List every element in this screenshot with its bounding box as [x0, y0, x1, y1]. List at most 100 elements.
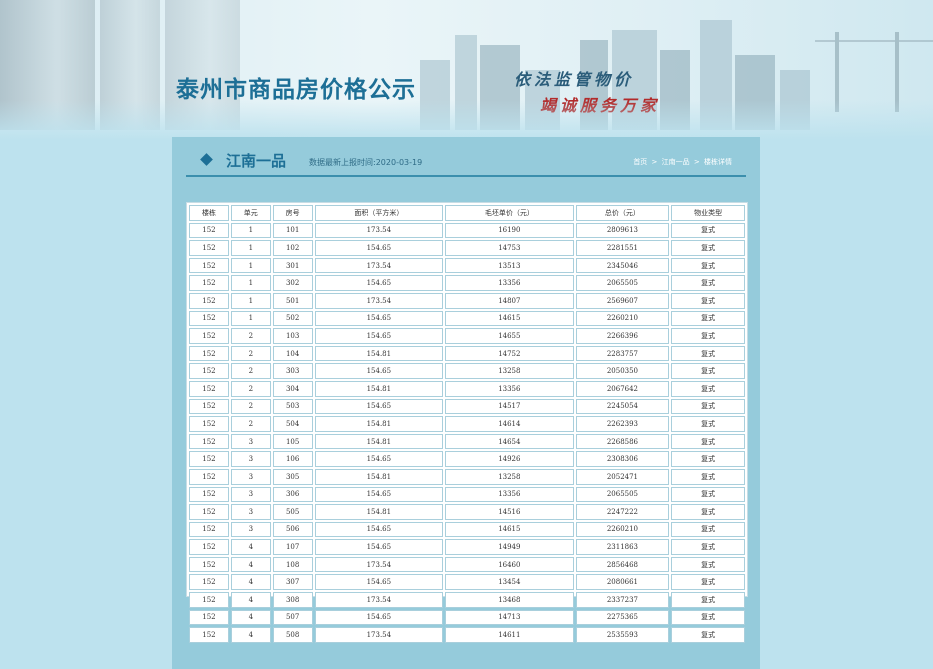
- table-row: 152 2 504 154.81 14614 2262393 复式: [189, 416, 745, 432]
- table-row: 152 1 302 154.65 13356 2065505 复式: [189, 275, 745, 291]
- cell-property-type: 复式: [671, 592, 745, 608]
- table-row: 152 4 308 173.54 13468 2337237 复式: [189, 592, 745, 608]
- breadcrumb: 首页 > 江南一品 > 楼栋详情: [633, 157, 732, 167]
- cell-area: 154.65: [314, 398, 444, 415]
- cell-unit: 3: [230, 451, 271, 467]
- cell-unit-price: 14517: [445, 398, 574, 415]
- cell-unit-price: 14926: [445, 451, 574, 467]
- cell-room: 102: [272, 240, 313, 256]
- cell-building: 152: [189, 292, 229, 309]
- cell-building: 152: [189, 416, 229, 432]
- cell-unit-price: 13258: [445, 363, 574, 379]
- cell-unit: 1: [230, 275, 271, 291]
- cell-total-price: 2308306: [575, 451, 670, 467]
- cell-unit: 3: [230, 521, 271, 538]
- table-row: 152 4 108 173.54 16460 2856468 复式: [189, 556, 745, 573]
- cell-total-price: 2080661: [575, 574, 670, 591]
- cell-unit: 4: [230, 556, 271, 573]
- cell-building: 152: [189, 574, 229, 591]
- cell-area: 154.65: [314, 451, 444, 467]
- cell-unit: 1: [230, 310, 271, 327]
- cell-unit: 2: [230, 380, 271, 397]
- cell-total-price: 2260210: [575, 521, 670, 538]
- cell-unit: 1: [230, 222, 271, 239]
- cell-building: 152: [189, 521, 229, 538]
- cell-area: 173.54: [314, 556, 444, 573]
- cell-total-price: 2283757: [575, 345, 670, 362]
- cell-building: 152: [189, 240, 229, 256]
- cell-total-price: 2809613: [575, 222, 670, 239]
- table-row: 152 3 306 154.65 13356 2065505 复式: [189, 486, 745, 503]
- cell-room: 308: [272, 592, 313, 608]
- cell-total-price: 2052471: [575, 468, 670, 485]
- cell-property-type: 复式: [671, 451, 745, 467]
- col-header-building: 楼栋: [189, 205, 229, 221]
- slogan-line-1: 依法监管物价: [514, 70, 635, 89]
- table-row: 152 2 103 154.65 14655 2266396 复式: [189, 328, 745, 344]
- cell-room: 107: [272, 539, 313, 555]
- col-header-total-price: 总价（元）: [575, 205, 670, 221]
- breadcrumb-project-link[interactable]: 江南一品: [662, 158, 690, 166]
- cell-unit-price: 16190: [445, 222, 574, 239]
- cell-unit: 4: [230, 592, 271, 608]
- cell-building: 152: [189, 257, 229, 274]
- cell-room: 108: [272, 556, 313, 573]
- cell-room: 505: [272, 504, 313, 520]
- table-row: 152 1 501 173.54 14807 2569607 复式: [189, 292, 745, 309]
- cell-property-type: 复式: [671, 556, 745, 573]
- cell-room: 103: [272, 328, 313, 344]
- table-row: 152 2 503 154.65 14517 2245054 复式: [189, 398, 745, 415]
- cell-unit: 3: [230, 486, 271, 503]
- cell-area: 154.65: [314, 539, 444, 555]
- cell-unit-price: 14655: [445, 328, 574, 344]
- cell-property-type: 复式: [671, 240, 745, 256]
- table-row: 152 3 505 154.81 14516 2247222 复式: [189, 504, 745, 520]
- cell-property-type: 复式: [671, 380, 745, 397]
- table-row: 152 1 101 173.54 16190 2809613 复式: [189, 222, 745, 239]
- cell-total-price: 2260210: [575, 310, 670, 327]
- cell-unit: 1: [230, 240, 271, 256]
- table-row: 152 3 506 154.65 14615 2260210 复式: [189, 521, 745, 538]
- table-row: 152 4 507 154.65 14713 2275365 复式: [189, 609, 745, 626]
- cell-unit: 4: [230, 609, 271, 626]
- table-row: 152 3 305 154.81 13258 2052471 复式: [189, 468, 745, 485]
- table-header-row: 楼栋 单元 房号 面积（平方米） 毛坯单价（元） 总价（元） 物业类型: [189, 205, 745, 221]
- cell-property-type: 复式: [671, 328, 745, 344]
- cell-total-price: 2050350: [575, 363, 670, 379]
- breadcrumb-separator: >: [651, 158, 658, 166]
- cell-unit-price: 13468: [445, 592, 574, 608]
- cell-total-price: 2065505: [575, 486, 670, 503]
- cell-building: 152: [189, 504, 229, 520]
- cell-property-type: 复式: [671, 486, 745, 503]
- cell-property-type: 复式: [671, 521, 745, 538]
- cell-property-type: 复式: [671, 574, 745, 591]
- cell-building: 152: [189, 556, 229, 573]
- cell-unit-price: 14949: [445, 539, 574, 555]
- breadcrumb-home-link[interactable]: 首页: [633, 158, 647, 166]
- cell-area: 173.54: [314, 592, 444, 608]
- cell-building: 152: [189, 275, 229, 291]
- update-label: 数据最新上报时间:: [309, 158, 376, 167]
- site-title: 泰州市商品房价格公示: [176, 77, 416, 103]
- cell-total-price: 2337237: [575, 592, 670, 608]
- cell-property-type: 复式: [671, 222, 745, 239]
- cell-unit: 2: [230, 363, 271, 379]
- table-row: 152 1 502 154.65 14615 2260210 复式: [189, 310, 745, 327]
- cell-property-type: 复式: [671, 292, 745, 309]
- cell-building: 152: [189, 363, 229, 379]
- table-row: 152 4 307 154.65 13454 2080661 复式: [189, 574, 745, 591]
- cell-unit: 1: [230, 257, 271, 274]
- table-row: 152 4 508 173.54 14611 2535593 复式: [189, 627, 745, 643]
- cell-unit-price: 14713: [445, 609, 574, 626]
- table-row: 152 2 304 154.81 13356 2067642 复式: [189, 380, 745, 397]
- cell-room: 306: [272, 486, 313, 503]
- content-panel: 江南一品 数据最新上报时间:2020-03-19 首页 > 江南一品 > 楼栋详…: [172, 137, 760, 669]
- cell-total-price: 2247222: [575, 504, 670, 520]
- cell-building: 152: [189, 310, 229, 327]
- cell-area: 173.54: [314, 222, 444, 239]
- cell-building: 152: [189, 609, 229, 626]
- cell-room: 305: [272, 468, 313, 485]
- cell-room: 301: [272, 257, 313, 274]
- cell-unit-price: 13356: [445, 380, 574, 397]
- cell-room: 503: [272, 398, 313, 415]
